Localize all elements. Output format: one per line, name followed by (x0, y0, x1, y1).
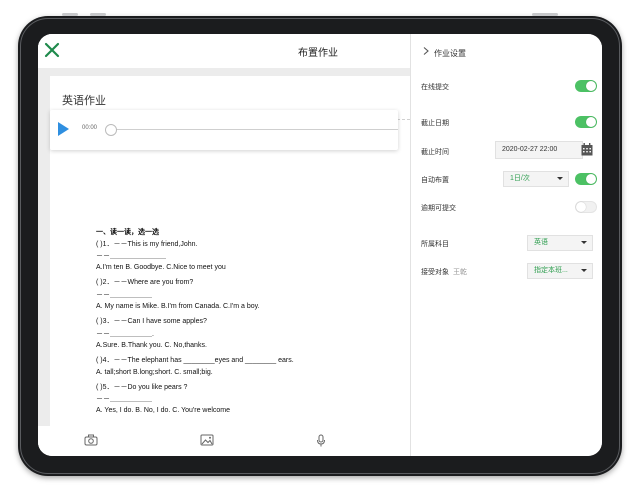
receiver-label: 接受对象 王乾 (421, 267, 467, 277)
exercise-line: ( )2．－－Where are you from? (96, 279, 194, 286)
settings-panel: 作业设置 在线提交 截止日期 截止时间 2020-02-27 22:00 自动布… (410, 34, 602, 456)
calendar-icon[interactable] (581, 143, 593, 156)
hardware-button (532, 13, 558, 16)
settings-header[interactable]: 作业设置 (411, 34, 602, 68)
image-icon[interactable] (200, 434, 214, 446)
subject-value: 英语 (534, 239, 548, 246)
online-submit-toggle[interactable] (575, 80, 597, 92)
exercise-line: A. tall;short B.long;short. C. small;big… (96, 369, 213, 376)
screen: 布置作业 英语作业 00:00 一、读一读，选一选 ( )1．－－This is… (38, 34, 602, 456)
late-submit-label: 逾期可提交 (421, 205, 456, 212)
audio-time: 00:00 (82, 125, 98, 131)
editor-pane: 布置作业 英语作业 00:00 一、读一读，选一选 ( )1．－－This is… (38, 34, 410, 456)
chevron-down-icon (581, 241, 587, 244)
microphone-icon[interactable] (316, 434, 326, 447)
hardware-button (90, 13, 106, 16)
homework-title[interactable]: 英语作业 (62, 92, 106, 108)
exercise-line: －－＿＿＿＿＿＿＿＿ (96, 253, 166, 260)
exercise-line: －－＿＿＿＿＿＿. (96, 331, 154, 338)
receiver-name: 王乾 (453, 269, 467, 276)
subject-select[interactable]: 英语 (527, 235, 593, 251)
due-date-toggle[interactable] (575, 116, 597, 128)
due-date-label: 截止日期 (421, 120, 449, 127)
due-time-field[interactable]: 2020-02-27 22:00 (495, 141, 583, 159)
auto-assign-toggle[interactable] (575, 173, 597, 185)
receiver-label-text: 接受对象 (421, 269, 449, 276)
hardware-button (62, 13, 78, 16)
auto-assign-select[interactable]: 1日/次 (503, 171, 569, 187)
audio-player: 00:00 (50, 110, 398, 150)
online-submit-label: 在线提交 (421, 84, 449, 91)
play-icon[interactable] (58, 122, 69, 136)
audio-progress-track[interactable] (114, 129, 398, 130)
auto-assign-value: 1日/次 (510, 175, 530, 182)
exercise-line: A.I'm ten B. Goodbye. C.Nice to meet you (96, 264, 226, 271)
bottom-toolbar (38, 426, 410, 456)
chevron-right-icon[interactable] (422, 47, 430, 55)
exercise-line: ( )5．－－Do you like pears ? (96, 384, 188, 391)
exercise-line: －－＿＿＿＿＿＿ (96, 292, 152, 299)
chevron-down-icon (557, 177, 563, 180)
receiver-value: 指定本班... (534, 267, 568, 274)
camera-icon[interactable] (84, 434, 98, 446)
exercise-line: ( )3．－－Can I have some apples? (96, 318, 207, 325)
exercise-heading: 一、读一读，选一选 (96, 229, 159, 236)
exercise-line: A. My name is Mike. B.I'm from Canada. C… (96, 303, 260, 310)
exercise-line: ( )1．－－This is my friend,John. (96, 241, 198, 248)
auto-assign-label: 自动布置 (421, 177, 449, 184)
exercise-line: A.Sure. B.Thank you. C. No,thanks. (96, 342, 207, 349)
late-submit-toggle[interactable] (575, 201, 597, 213)
settings-title: 作业设置 (434, 49, 466, 58)
due-time-label: 截止时间 (421, 149, 449, 156)
chevron-down-icon (581, 269, 587, 272)
exercise-line: －－＿＿＿＿＿＿ (96, 396, 152, 403)
receiver-select[interactable]: 指定本班... (527, 263, 593, 279)
exercise-line: ( )4．－－The elephant has ________eyes and… (96, 357, 294, 364)
exercise-line: A. Yes, I do. B. No, I do. C. You're wel… (96, 407, 231, 414)
audio-progress-handle[interactable] (105, 124, 117, 136)
subject-label: 所属科目 (421, 241, 449, 248)
